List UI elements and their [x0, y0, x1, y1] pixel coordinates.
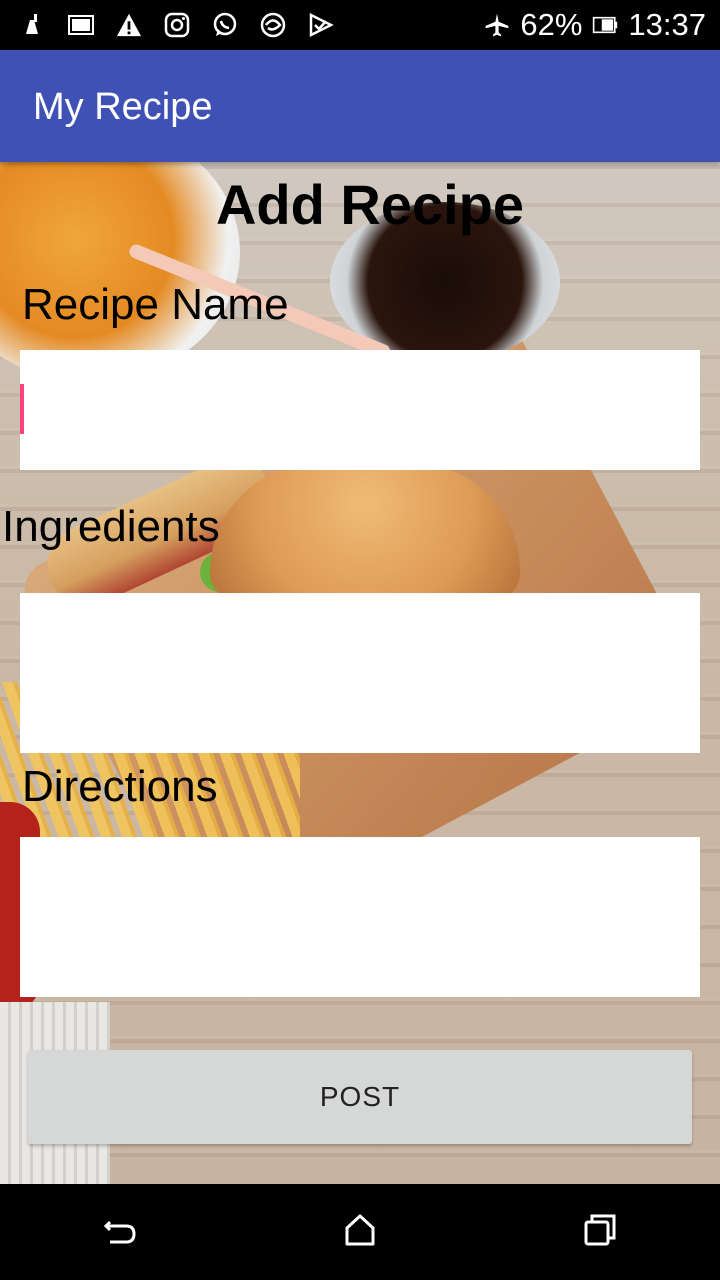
status-bar: 62% 13:37 [0, 0, 720, 50]
gallery-icon [68, 12, 94, 38]
content-area: Add Recipe Recipe Name Ingredients Direc… [0, 162, 720, 1184]
navigation-bar [0, 1184, 720, 1280]
home-icon [342, 1212, 378, 1253]
check-icon [308, 12, 334, 38]
app-title: My Recipe [33, 86, 213, 128]
ingredients-input[interactable] [20, 593, 700, 753]
instagram-icon [164, 12, 190, 38]
recipe-name-input[interactable] [20, 350, 700, 470]
screen: 62% 13:37 My Recipe Add Recipe Recipe Na… [0, 0, 720, 1280]
recents-button[interactable] [560, 1192, 640, 1272]
battery-percent: 62% [520, 7, 583, 42]
airplane-icon [484, 12, 510, 38]
text-cursor [20, 384, 24, 434]
ingredients-label: Ingredients [2, 502, 220, 551]
system-status: 62% 13:37 [484, 7, 720, 43]
warning-icon [116, 12, 142, 38]
recents-icon [582, 1212, 618, 1253]
browser-icon [260, 12, 286, 38]
cleaner-icon [20, 12, 46, 38]
directions-input[interactable] [20, 837, 700, 997]
recipe-name-label: Recipe Name [22, 280, 289, 329]
directions-label: Directions [22, 762, 218, 811]
notification-icons [0, 12, 334, 38]
back-button[interactable] [80, 1192, 160, 1272]
post-button[interactable]: POST [28, 1050, 692, 1144]
app-bar: My Recipe [0, 50, 720, 162]
clock: 13:37 [628, 7, 706, 42]
back-icon [100, 1210, 140, 1255]
burger-image [210, 462, 520, 602]
whatsapp-icon [212, 12, 238, 38]
battery-icon [592, 12, 618, 38]
home-button[interactable] [320, 1192, 400, 1272]
page-title: Add Recipe [215, 173, 525, 236]
